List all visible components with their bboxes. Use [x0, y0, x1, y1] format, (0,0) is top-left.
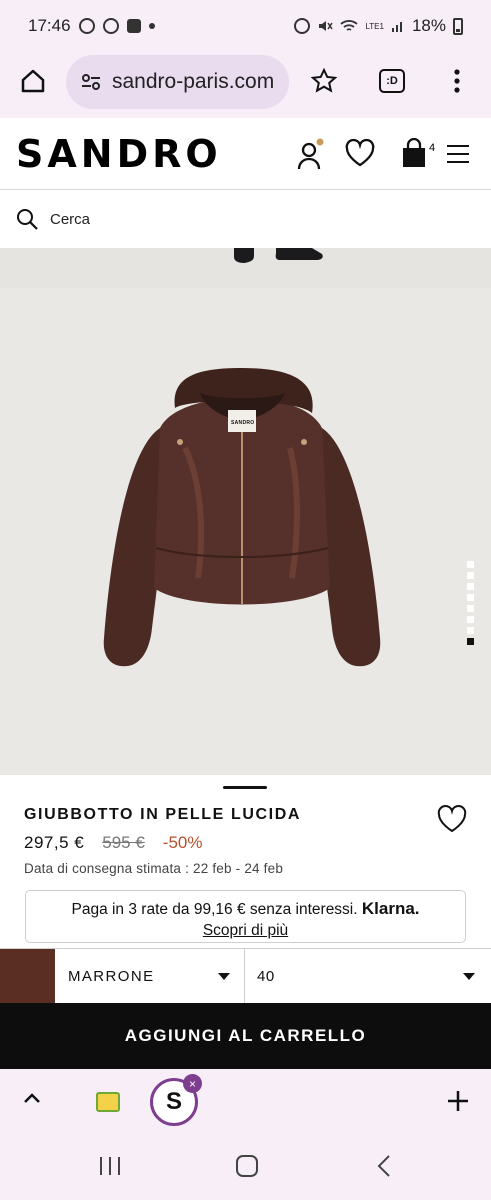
klarna-learn-more-link[interactable]: Scopri di più	[203, 922, 288, 940]
search-bar[interactable]: Cerca	[0, 190, 491, 248]
cart-button[interactable]	[400, 137, 432, 170]
tabs-icon: :D	[379, 69, 405, 93]
hamburger-icon	[447, 145, 469, 163]
tabs-button[interactable]: :D	[377, 66, 407, 96]
system-navigation-bar	[0, 1132, 491, 1200]
discount-badge: -50%	[162, 833, 203, 852]
site-settings-icon	[82, 74, 100, 90]
site-header: SANDRO	[0, 118, 491, 190]
variant-selectors: MARRONE 40	[0, 948, 491, 1004]
browser-toolbar: sandro-paris.com :D	[0, 52, 491, 118]
menu-button[interactable]	[446, 144, 478, 176]
alarm-icon	[294, 18, 311, 34]
status-bar: 17:46 LTE1 18%	[0, 0, 491, 52]
sandro-logo[interactable]: SANDRO	[16, 132, 222, 176]
browser-menu-button[interactable]	[442, 66, 472, 96]
star-icon	[311, 68, 337, 93]
more-vertical-icon	[454, 69, 460, 93]
klarna-banner: Paga in 3 rate da 99,16 € senza interess…	[25, 890, 466, 943]
current-price: 297,5 €	[24, 833, 85, 852]
home-button[interactable]	[18, 66, 48, 96]
gallery-dot[interactable]	[467, 627, 474, 634]
jacket-image	[103, 368, 381, 667]
check-icon	[126, 19, 141, 33]
bookmark-button[interactable]	[309, 66, 339, 96]
cart-count-badge: 4	[429, 142, 436, 154]
home-square-icon	[236, 1155, 258, 1177]
network-label: LTE1	[365, 21, 384, 31]
search-label: Cerca	[50, 210, 91, 228]
size-value: 40	[257, 968, 275, 985]
home-icon	[21, 69, 45, 93]
heart-icon	[437, 805, 467, 833]
plus-icon	[448, 1091, 468, 1111]
product-title: GIUBBOTTO IN PELLE LUCIDA	[24, 806, 302, 823]
color-select[interactable]: MARRONE	[55, 949, 245, 1004]
url-text: sandro-paris.com	[112, 70, 275, 93]
klarna-logo: Klarna.	[361, 899, 420, 918]
gallery-dot[interactable]	[467, 583, 474, 590]
user-icon	[297, 138, 324, 170]
home-system-button[interactable]	[235, 1154, 259, 1183]
gallery-dot[interactable]	[467, 561, 474, 568]
signal-icon	[391, 22, 402, 32]
delivery-estimate: Data di consegna stimata : 22 feb - 24 f…	[24, 861, 284, 876]
gallery-dot[interactable]	[467, 638, 474, 645]
search-icon	[17, 209, 38, 230]
status-time: 17:46	[28, 16, 71, 35]
tabs-icon-label: :D	[386, 75, 398, 87]
chevron-up-icon	[24, 1093, 40, 1103]
account-button[interactable]	[295, 138, 327, 170]
original-price: 595 €	[102, 833, 145, 852]
shopping-bag-icon	[403, 137, 425, 167]
gallery-dot[interactable]	[467, 605, 474, 612]
collapse-tabs-button[interactable]	[22, 1091, 44, 1111]
color-value: MARRONE	[68, 968, 155, 985]
chevron-down-icon	[218, 973, 230, 980]
gallery-dot[interactable]	[467, 616, 474, 623]
chevron-down-icon	[463, 973, 475, 980]
back-chevron-icon	[377, 1155, 390, 1177]
mute-icon	[319, 21, 334, 31]
heart-icon	[345, 138, 375, 167]
size-select[interactable]: 40	[246, 949, 491, 1004]
battery-percent: 18%	[411, 16, 446, 35]
add-to-wishlist-button[interactable]	[436, 804, 470, 838]
wifi-icon	[340, 20, 359, 31]
price-row: 297,5 € 595 € -50%	[24, 833, 202, 853]
color-swatch[interactable]	[0, 949, 55, 1004]
battery-icon	[453, 17, 463, 35]
klarna-text: Paga in 3 rate da 99,16 € senza interess…	[71, 901, 358, 918]
recent-apps-icon	[100, 1157, 120, 1175]
product-gallery[interactable]: SANDRO	[0, 248, 491, 775]
more-notifications-icon	[148, 23, 155, 29]
wishlist-button[interactable]	[344, 138, 376, 170]
recent-apps-button[interactable]	[98, 1156, 122, 1181]
clock-24-icon	[102, 18, 119, 34]
tab-favicon-other[interactable]	[96, 1092, 120, 1112]
gallery-scroll-indicator	[223, 786, 267, 789]
gallery-dot[interactable]	[467, 572, 474, 579]
gallery-pagination	[467, 561, 474, 645]
close-tab-button[interactable]: ×	[183, 1074, 202, 1093]
new-tab-button[interactable]	[446, 1089, 470, 1113]
address-bar[interactable]: sandro-paris.com	[66, 55, 289, 109]
add-to-cart-button[interactable]: AGGIUNGI AL CARRELLO	[0, 1003, 491, 1069]
jacket-brand-label: SANDRO	[231, 420, 255, 426]
tab-strip	[0, 1069, 491, 1132]
messenger-icon	[78, 18, 95, 34]
back-button[interactable]	[376, 1154, 392, 1183]
gallery-dot[interactable]	[467, 594, 474, 601]
